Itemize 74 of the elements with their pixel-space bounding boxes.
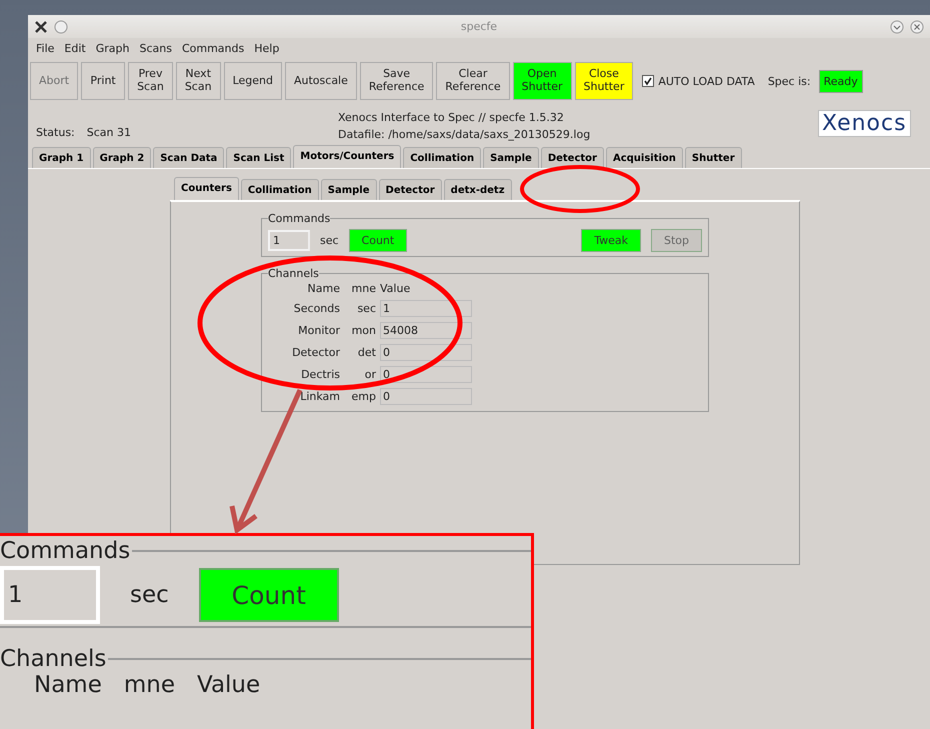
channel-mnemonic: sec xyxy=(356,302,376,315)
auto-load-checkbox[interactable] xyxy=(642,75,654,87)
channel-mnemonic: emp xyxy=(350,390,376,403)
group-title: Channels xyxy=(268,267,319,280)
tab[interactable]: Graph 2 xyxy=(92,147,152,168)
tab[interactable]: Detector xyxy=(540,147,604,168)
toolbar-button[interactable]: Prev Scan xyxy=(128,62,173,100)
minimize-icon[interactable] xyxy=(890,20,904,34)
channel-value-field: 54008 xyxy=(380,322,472,339)
tab[interactable]: Shutter xyxy=(684,147,742,168)
time-input[interactable]: 1 xyxy=(268,230,310,251)
channel-name: Seconds xyxy=(292,302,340,315)
channel-value-field: 0 xyxy=(380,344,472,361)
tab[interactable]: Acquisition xyxy=(606,147,683,168)
menu-item[interactable]: Commands xyxy=(182,42,244,55)
spec-status-label: Spec is: xyxy=(768,74,811,88)
menu-item[interactable]: Scans xyxy=(139,42,172,55)
sub-tab[interactable]: Sample xyxy=(320,179,377,200)
column-header: Name xyxy=(306,282,340,295)
toolbar-button[interactable]: Autoscale xyxy=(285,62,357,100)
spec-status-indicator: Ready xyxy=(818,70,863,92)
status-value: Scan 31 xyxy=(86,126,132,139)
unit-label: sec xyxy=(130,582,169,608)
toolbar-button[interactable]: Print xyxy=(81,62,126,100)
tab[interactable]: Scan List xyxy=(226,147,292,168)
tab[interactable]: Collimation xyxy=(403,147,482,168)
group-title: Channels xyxy=(0,646,106,672)
window-title: specfe xyxy=(460,20,498,33)
channel-name: Monitor xyxy=(297,324,340,337)
status-label: Status: xyxy=(36,126,75,139)
column-header: Name xyxy=(34,672,102,698)
menu-item[interactable]: File xyxy=(36,42,54,55)
sub-tab[interactable]: Collimation xyxy=(240,179,319,200)
toolbar-button[interactable]: Next Scan xyxy=(176,62,221,100)
column-header: mne xyxy=(124,672,175,698)
count-button[interactable]: Count xyxy=(198,568,339,622)
menu-item[interactable]: Help xyxy=(254,42,280,55)
tab[interactable]: Graph 1 xyxy=(32,147,91,168)
app-version-text: Xenocs Interface to Spec // specfe 1.5.32 xyxy=(338,111,565,124)
datafile-path: Datafile: /home/saxs/data/saxs_20130529.log xyxy=(338,128,592,141)
group-title: Commands xyxy=(0,538,130,564)
action-button[interactable]: Tweak xyxy=(581,229,641,252)
sub-tab[interactable]: detx-detz xyxy=(444,179,512,200)
unit-label: sec xyxy=(320,234,339,247)
channel-mnemonic: mon xyxy=(350,324,376,337)
count-button[interactable]: Count xyxy=(348,229,408,252)
company-logo: Xenocs xyxy=(818,110,911,137)
column-header: Value xyxy=(197,672,260,698)
menu-item[interactable]: Edit xyxy=(64,42,86,55)
channel-mnemonic: or xyxy=(364,368,376,381)
toolbar-button[interactable]: Legend xyxy=(224,62,282,100)
tab[interactable]: Motors/Counters xyxy=(293,145,402,168)
close-icon[interactable] xyxy=(910,20,924,34)
tab[interactable]: Scan Data xyxy=(153,147,224,168)
menu-item[interactable]: Graph xyxy=(96,42,130,55)
group-title: Commands xyxy=(268,212,330,225)
channel-value-field: 0 xyxy=(380,388,472,405)
channel-name: Detector xyxy=(291,346,340,359)
sub-tab[interactable]: Counters xyxy=(174,177,239,200)
checkbox-label: AUTO LOAD DATA xyxy=(658,74,755,88)
channel-name: Dectris xyxy=(300,368,340,381)
channel-mnemonic: det xyxy=(356,346,376,359)
channel-name: Linkam xyxy=(299,390,340,403)
time-input[interactable]: 1 xyxy=(0,566,100,624)
channel-value-field: 1 xyxy=(380,300,472,317)
tab[interactable]: Sample xyxy=(483,147,539,168)
toolbar-button[interactable]: Clear Reference xyxy=(436,62,510,100)
column-header: mne xyxy=(350,282,376,295)
toolbar-button[interactable]: Close Shutter xyxy=(574,62,634,100)
column-header: Value xyxy=(380,282,412,295)
toolbar-button[interactable]: Open Shutter xyxy=(512,62,572,100)
sub-tab[interactable]: Detector xyxy=(378,179,442,200)
tools-icon xyxy=(34,20,48,34)
toolbar-button[interactable]: Save Reference xyxy=(360,62,434,100)
